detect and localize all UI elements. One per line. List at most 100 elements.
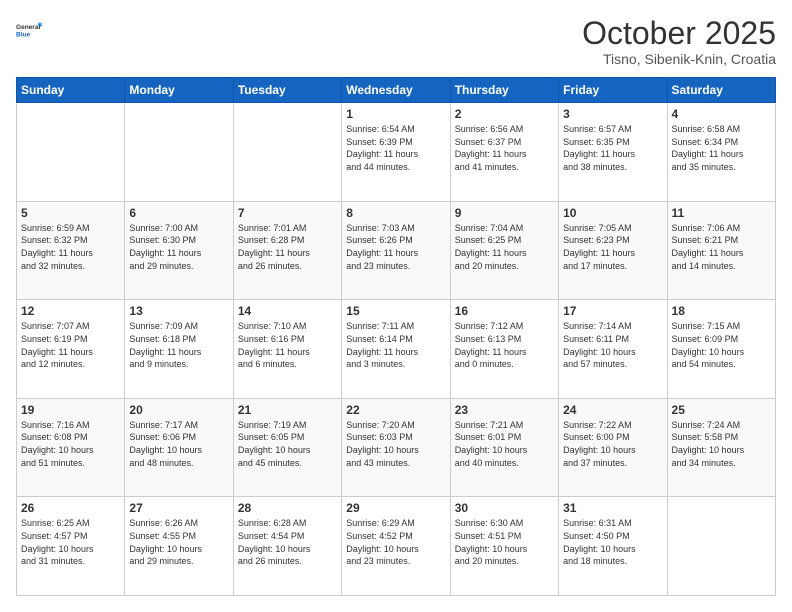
day-info: Sunrise: 6:26 AM Sunset: 4:55 PM Dayligh… <box>129 517 228 567</box>
day-info: Sunrise: 7:01 AM Sunset: 6:28 PM Dayligh… <box>238 222 337 272</box>
calendar-cell <box>233 103 341 202</box>
calendar-cell: 24 Sunrise: 7:22 AM Sunset: 6:00 PM Dayli… <box>559 398 667 497</box>
day-info: Sunrise: 7:15 AM Sunset: 6:09 PM Dayligh… <box>672 320 771 370</box>
day-number: 12 <box>21 304 120 318</box>
col-wednesday: Wednesday <box>342 78 450 103</box>
day-info: Sunrise: 7:11 AM Sunset: 6:14 PM Dayligh… <box>346 320 445 370</box>
calendar-header-row: Sunday Monday Tuesday Wednesday Thursday… <box>17 78 776 103</box>
calendar-cell: 23 Sunrise: 7:21 AM Sunset: 6:01 PM Dayli… <box>450 398 558 497</box>
logo: GeneralBlue <box>16 16 44 44</box>
day-info: Sunrise: 7:05 AM Sunset: 6:23 PM Dayligh… <box>563 222 662 272</box>
day-info: Sunrise: 6:59 AM Sunset: 6:32 PM Dayligh… <box>21 222 120 272</box>
calendar-cell: 21Sunrise: 7:19 AM Sunset: 6:05 PM Dayli… <box>233 398 341 497</box>
day-info: Sunrise: 6:30 AM Sunset: 4:51 PM Dayligh… <box>455 517 554 567</box>
calendar-cell: 9 Sunrise: 7:04 AM Sunset: 6:25 PM Daylig… <box>450 201 558 300</box>
day-number: 20 <box>129 403 228 417</box>
day-number: 7 <box>238 206 337 220</box>
calendar-cell: 12 Sunrise: 7:07 AM Sunset: 6:19 PM Dayli… <box>17 300 125 399</box>
day-number: 14 <box>238 304 337 318</box>
day-number: 16 <box>455 304 554 318</box>
calendar-cell: 10 Sunrise: 7:05 AM Sunset: 6:23 PM Dayli… <box>559 201 667 300</box>
day-info: Sunrise: 7:10 AM Sunset: 6:16 PM Dayligh… <box>238 320 337 370</box>
day-number: 26 <box>21 501 120 515</box>
calendar: Sunday Monday Tuesday Wednesday Thursday… <box>16 77 776 596</box>
day-number: 1 <box>346 107 445 121</box>
day-number: 23 <box>455 403 554 417</box>
day-info: Sunrise: 7:09 AM Sunset: 6:18 PM Dayligh… <box>129 320 228 370</box>
day-number: 8 <box>346 206 445 220</box>
calendar-cell: 26Sunrise: 6:25 AM Sunset: 4:57 PM Dayli… <box>17 497 125 596</box>
calendar-cell: 13 Sunrise: 7:09 AM Sunset: 6:18 PM Dayli… <box>125 300 233 399</box>
calendar-cell: 27 Sunrise: 6:26 AM Sunset: 4:55 PM Dayli… <box>125 497 233 596</box>
calendar-cell <box>125 103 233 202</box>
calendar-cell: 16 Sunrise: 7:12 AM Sunset: 6:13 PM Dayli… <box>450 300 558 399</box>
calendar-week-3: 19Sunrise: 7:16 AM Sunset: 6:08 PM Dayli… <box>17 398 776 497</box>
day-info: Sunrise: 6:54 AM Sunset: 6:39 PM Dayligh… <box>346 123 445 173</box>
calendar-cell <box>667 497 775 596</box>
col-thursday: Thursday <box>450 78 558 103</box>
col-friday: Friday <box>559 78 667 103</box>
day-number: 24 <box>563 403 662 417</box>
day-number: 27 <box>129 501 228 515</box>
calendar-cell: 1 Sunrise: 6:54 AM Sunset: 6:39 PM Daylig… <box>342 103 450 202</box>
day-number: 22 <box>346 403 445 417</box>
day-info: Sunrise: 7:22 AM Sunset: 6:00 PM Dayligh… <box>563 419 662 469</box>
day-info: Sunrise: 6:58 AM Sunset: 6:34 PM Dayligh… <box>672 123 771 173</box>
page: GeneralBlue October 2025 Tisno, Sibenik-… <box>0 0 792 612</box>
day-number: 28 <box>238 501 337 515</box>
day-number: 17 <box>563 304 662 318</box>
day-info: Sunrise: 7:19 AM Sunset: 6:05 PM Dayligh… <box>238 419 337 469</box>
col-sunday: Sunday <box>17 78 125 103</box>
calendar-cell: 6Sunrise: 7:00 AM Sunset: 6:30 PM Daylig… <box>125 201 233 300</box>
calendar-cell: 19Sunrise: 7:16 AM Sunset: 6:08 PM Dayli… <box>17 398 125 497</box>
day-number: 5 <box>21 206 120 220</box>
day-info: Sunrise: 6:31 AM Sunset: 4:50 PM Dayligh… <box>563 517 662 567</box>
calendar-cell: 30 Sunrise: 6:30 AM Sunset: 4:51 PM Dayli… <box>450 497 558 596</box>
calendar-week-0: 1 Sunrise: 6:54 AM Sunset: 6:39 PM Daylig… <box>17 103 776 202</box>
day-number: 2 <box>455 107 554 121</box>
calendar-cell: 11Sunrise: 7:06 AM Sunset: 6:21 PM Dayli… <box>667 201 775 300</box>
day-number: 15 <box>346 304 445 318</box>
calendar-cell: 2Sunrise: 6:56 AM Sunset: 6:37 PM Daylig… <box>450 103 558 202</box>
calendar-week-4: 26Sunrise: 6:25 AM Sunset: 4:57 PM Dayli… <box>17 497 776 596</box>
calendar-cell: 7 Sunrise: 7:01 AM Sunset: 6:28 PM Daylig… <box>233 201 341 300</box>
svg-text:General: General <box>16 24 40 31</box>
calendar-cell <box>17 103 125 202</box>
day-number: 13 <box>129 304 228 318</box>
day-number: 11 <box>672 206 771 220</box>
day-info: Sunrise: 7:12 AM Sunset: 6:13 PM Dayligh… <box>455 320 554 370</box>
day-info: Sunrise: 7:21 AM Sunset: 6:01 PM Dayligh… <box>455 419 554 469</box>
svg-text:Blue: Blue <box>16 32 30 39</box>
day-info: Sunrise: 6:29 AM Sunset: 4:52 PM Dayligh… <box>346 517 445 567</box>
location-title: Tisno, Sibenik-Knin, Croatia <box>582 51 776 67</box>
day-number: 19 <box>21 403 120 417</box>
day-info: Sunrise: 7:07 AM Sunset: 6:19 PM Dayligh… <box>21 320 120 370</box>
day-number: 10 <box>563 206 662 220</box>
calendar-cell: 5 Sunrise: 6:59 AM Sunset: 6:32 PM Daylig… <box>17 201 125 300</box>
day-number: 29 <box>346 501 445 515</box>
day-info: Sunrise: 7:00 AM Sunset: 6:30 PM Dayligh… <box>129 222 228 272</box>
day-info: Sunrise: 7:17 AM Sunset: 6:06 PM Dayligh… <box>129 419 228 469</box>
day-info: Sunrise: 7:24 AM Sunset: 5:58 PM Dayligh… <box>672 419 771 469</box>
calendar-cell: 18 Sunrise: 7:15 AM Sunset: 6:09 PM Dayli… <box>667 300 775 399</box>
day-number: 30 <box>455 501 554 515</box>
calendar-cell: 15 Sunrise: 7:11 AM Sunset: 6:14 PM Dayli… <box>342 300 450 399</box>
calendar-cell: 4 Sunrise: 6:58 AM Sunset: 6:34 PM Daylig… <box>667 103 775 202</box>
calendar-week-1: 5 Sunrise: 6:59 AM Sunset: 6:32 PM Daylig… <box>17 201 776 300</box>
day-number: 4 <box>672 107 771 121</box>
day-info: Sunrise: 7:03 AM Sunset: 6:26 PM Dayligh… <box>346 222 445 272</box>
day-info: Sunrise: 6:57 AM Sunset: 6:35 PM Dayligh… <box>563 123 662 173</box>
calendar-cell: 31 Sunrise: 6:31 AM Sunset: 4:50 PM Dayli… <box>559 497 667 596</box>
day-number: 18 <box>672 304 771 318</box>
day-info: Sunrise: 7:04 AM Sunset: 6:25 PM Dayligh… <box>455 222 554 272</box>
month-title: October 2025 <box>582 16 776 51</box>
day-number: 25 <box>672 403 771 417</box>
day-info: Sunrise: 6:28 AM Sunset: 4:54 PM Dayligh… <box>238 517 337 567</box>
day-number: 9 <box>455 206 554 220</box>
day-info: Sunrise: 7:14 AM Sunset: 6:11 PM Dayligh… <box>563 320 662 370</box>
calendar-cell: 14 Sunrise: 7:10 AM Sunset: 6:16 PM Dayli… <box>233 300 341 399</box>
title-block: October 2025 Tisno, Sibenik-Knin, Croati… <box>582 16 776 67</box>
calendar-week-2: 12 Sunrise: 7:07 AM Sunset: 6:19 PM Dayli… <box>17 300 776 399</box>
day-number: 31 <box>563 501 662 515</box>
calendar-cell: 28 Sunrise: 6:28 AM Sunset: 4:54 PM Dayli… <box>233 497 341 596</box>
